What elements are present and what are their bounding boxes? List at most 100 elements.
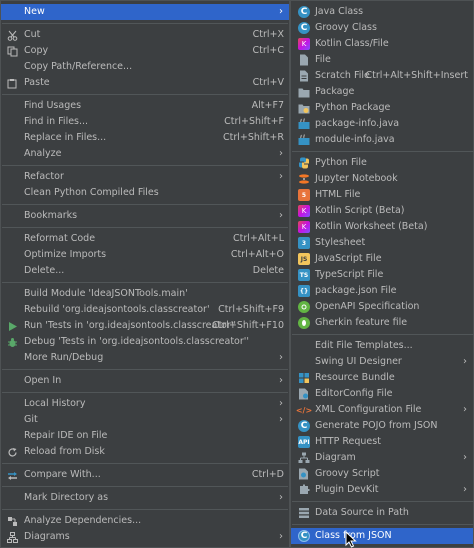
submenu-item-file[interactable]: File xyxy=(291,52,473,68)
submenu-item-label: Edit File Templates... xyxy=(315,340,413,351)
menu-item-analyze[interactable]: Analyze › xyxy=(1,146,289,162)
menu-item-diagrams[interactable]: Diagrams › xyxy=(1,529,289,545)
submenu-item-label: Diagram xyxy=(315,452,356,463)
submenu-item-label: module-info.java xyxy=(315,134,395,145)
separator xyxy=(2,227,288,228)
menu-item-reformat[interactable]: Reformat Code Ctrl+Alt+L xyxy=(1,231,289,247)
separator xyxy=(2,23,288,24)
submenu-item-html-file[interactable]: 5 HTML File xyxy=(291,187,473,203)
submenu-item-label: Data Source in Path xyxy=(315,507,409,518)
html-file-icon: 5 xyxy=(298,189,310,201)
http-request-icon: API xyxy=(298,436,310,448)
submenu-item-js-file[interactable]: JS JavaScript File xyxy=(291,251,473,267)
menu-item-replace-in-files[interactable]: Replace in Files... Ctrl+Shift+R xyxy=(1,130,289,146)
submenu-item-gherkin[interactable]: Gherkin feature file xyxy=(291,315,473,331)
submenu-item-python-package[interactable]: Python Package xyxy=(291,100,473,116)
shortcut: Ctrl+Alt+Shift+Insert xyxy=(365,70,469,81)
menu-item-copy-path[interactable]: Copy Path/Reference... xyxy=(1,59,289,75)
kotlin-script-icon: K xyxy=(298,205,310,217)
submenu-item-kotlin-worksheet[interactable]: K Kotlin Worksheet (Beta) xyxy=(291,219,473,235)
pojo-class-icon: C xyxy=(298,420,310,432)
paste-icon xyxy=(7,78,18,89)
menu-item-compare[interactable]: Compare With... Ctrl+D xyxy=(1,467,289,483)
submenu-item-class-from-json[interactable]: C Class from JSON xyxy=(291,528,473,544)
submenu-item-kotlin-class[interactable]: K Kotlin Class/File xyxy=(291,36,473,52)
submenu-item-generate-pojo[interactable]: C Generate POJO from JSON xyxy=(291,418,473,434)
chevron-right-icon: › xyxy=(463,484,467,495)
menu-item-label: Refactor xyxy=(24,171,64,182)
menu-item-refactor[interactable]: Refactor › xyxy=(1,169,289,185)
menu-item-optimize-imports[interactable]: Optimize Imports Ctrl+Alt+O xyxy=(1,247,289,263)
submenu-item-ts-file[interactable]: TS TypeScript File xyxy=(291,267,473,283)
menu-item-label: Delete... xyxy=(24,265,65,276)
submenu-item-label: Groovy Script xyxy=(315,468,380,479)
menu-item-reload[interactable]: Reload from Disk xyxy=(1,444,289,460)
submenu-item-http-request[interactable]: API HTTP Request xyxy=(291,434,473,450)
menu-item-build-module[interactable]: Build Module 'IdeaJSONTools.main' xyxy=(1,286,289,302)
submenu-item-data-source[interactable]: Data Source in Path xyxy=(291,505,473,521)
menu-item-debug[interactable]: Debug 'Tests in 'org.ideajsontools.class… xyxy=(1,334,289,350)
submenu-item-package-json[interactable]: {} package.json File xyxy=(291,283,473,299)
menu-item-mark-directory[interactable]: Mark Directory as › xyxy=(1,490,289,506)
css-file-icon: 3 xyxy=(298,237,310,249)
database-icon xyxy=(298,507,310,519)
submenu-item-package-info[interactable]: package-info.java xyxy=(291,116,473,132)
submenu-item-openapi[interactable]: OpenAPI Specification xyxy=(291,299,473,315)
menu-item-label: Clean Python Compiled Files xyxy=(24,187,159,198)
submenu-item-label: File xyxy=(315,54,331,65)
submenu-item-module-info[interactable]: module-info.java xyxy=(291,132,473,148)
menu-item-clean-python[interactable]: Clean Python Compiled Files xyxy=(1,185,289,201)
menu-item-rebuild[interactable]: Rebuild 'org.ideajsontools.classcreator'… xyxy=(1,302,289,318)
menu-item-copy[interactable]: Copy Ctrl+C xyxy=(1,43,289,59)
submenu-item-groovy-class[interactable]: C Groovy Class xyxy=(291,20,473,36)
groovy-class-icon: C xyxy=(298,22,310,34)
submenu-item-stylesheet[interactable]: 3 Stylesheet xyxy=(291,235,473,251)
menu-item-cut[interactable]: Cut Ctrl+X xyxy=(1,27,289,43)
submenu-item-scratch-file[interactable]: Scratch File Ctrl+Alt+Shift+Insert xyxy=(291,68,473,84)
menu-item-find-usages[interactable]: Find Usages Alt+F7 xyxy=(1,98,289,114)
submenu-item-java-class[interactable]: C Java Class xyxy=(291,4,473,20)
shortcut: Ctrl+Shift+R xyxy=(222,132,284,143)
menu-item-label: Reformat Code xyxy=(24,233,96,244)
submenu-item-xml-config[interactable]: </> XML Configuration File › xyxy=(291,402,473,418)
separator xyxy=(2,165,288,166)
submenu-item-jupyter[interactable]: Jupyter Notebook xyxy=(291,171,473,187)
menu-item-find-in-files[interactable]: Find in Files... Ctrl+Shift+F xyxy=(1,114,289,130)
dependencies-icon xyxy=(7,516,18,527)
menu-item-open-in[interactable]: Open In › xyxy=(1,373,289,389)
submenu-item-package[interactable]: Package xyxy=(291,84,473,100)
submenu-item-edit-templates[interactable]: Edit File Templates... xyxy=(291,338,473,354)
submenu-item-label: Groovy Class xyxy=(315,22,377,33)
menu-item-paste[interactable]: Paste Ctrl+V xyxy=(1,75,289,91)
menu-item-more-run[interactable]: More Run/Debug › xyxy=(1,350,289,366)
shortcut: Ctrl+Alt+O xyxy=(230,249,284,260)
submenu-item-label: package-info.java xyxy=(315,118,400,129)
submenu-item-swing-designer[interactable]: Swing UI Designer › xyxy=(291,354,473,370)
menu-item-analyze-dependencies[interactable]: Analyze Dependencies... xyxy=(1,513,289,529)
submenu-item-editorconfig[interactable]: EditorConfig File xyxy=(291,386,473,402)
submenu-item-resource-bundle[interactable]: Resource Bundle xyxy=(291,370,473,386)
menu-item-run[interactable]: Run 'Tests in 'org.ideajsontools.classcr… xyxy=(1,318,289,334)
java-class-icon: C xyxy=(298,6,310,18)
submenu-item-groovy-script[interactable]: Groovy Script xyxy=(291,466,473,482)
chevron-right-icon: › xyxy=(463,404,467,415)
submenu-item-kotlin-script[interactable]: K Kotlin Script (Beta) xyxy=(291,203,473,219)
menu-item-repair-ide[interactable]: Repair IDE on File xyxy=(1,428,289,444)
menu-item-new[interactable]: New › xyxy=(1,4,289,20)
reload-icon xyxy=(7,447,18,458)
gherkin-icon xyxy=(298,317,310,329)
menu-item-bookmarks[interactable]: Bookmarks › xyxy=(1,208,289,224)
submenu-item-plugin-devkit[interactable]: Plugin DevKit › xyxy=(291,482,473,498)
menu-item-git[interactable]: Git › xyxy=(1,412,289,428)
menu-item-delete[interactable]: Delete... Delete xyxy=(1,263,289,279)
groovy-script-icon xyxy=(298,468,310,480)
diagram-icon xyxy=(7,532,18,543)
separator xyxy=(2,94,288,95)
submenu-item-diagram[interactable]: Diagram › xyxy=(291,450,473,466)
separator xyxy=(292,151,474,152)
submenu-item-python-file[interactable]: Python File xyxy=(291,155,473,171)
shortcut: Ctrl+Shift+F10 xyxy=(212,320,284,331)
submenu-item-label: Scratch File xyxy=(315,70,370,81)
menu-item-local-history[interactable]: Local History › xyxy=(1,396,289,412)
menu-item-label: Replace in Files... xyxy=(24,132,107,143)
